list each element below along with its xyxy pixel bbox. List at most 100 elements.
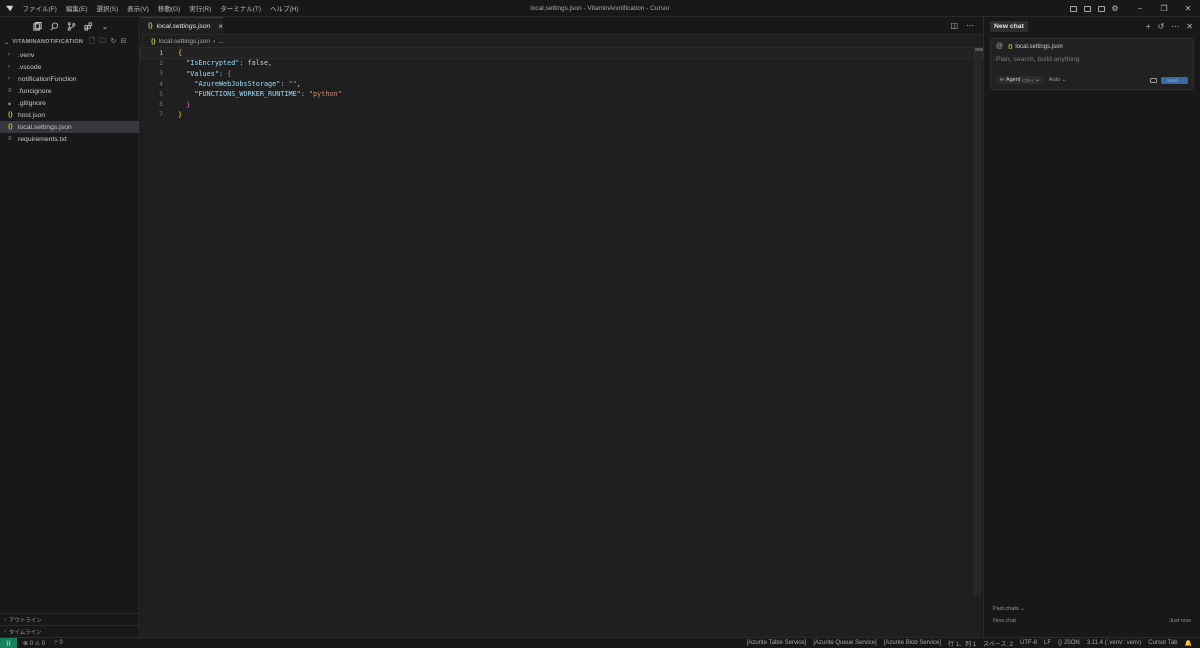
past-chats: Past chats ⌄ New chat Just now — [984, 603, 1200, 627]
menu-edit[interactable]: 編集(E) — [61, 3, 92, 13]
refresh-icon[interactable]: ↻ — [110, 37, 116, 48]
chat-input[interactable]: Plan, search, build anything — [991, 54, 1193, 65]
send-button[interactable]: Send — [1161, 76, 1188, 84]
toggle-primary-sidebar-icon[interactable] — [1066, 0, 1080, 17]
chevron-down-icon[interactable]: ⌄ — [100, 21, 110, 31]
tree-item-label: local.settings.json — [18, 123, 72, 131]
model-dropdown[interactable]: Auto ⌄ — [1049, 77, 1066, 83]
remote-icon[interactable]: ⟩⟨ — [0, 637, 17, 648]
git-icon: ◆ — [8, 100, 12, 106]
extensions-icon[interactable] — [83, 21, 93, 31]
tab-local-settings-json[interactable]: {} local.settings.json × — [141, 17, 223, 34]
menu-run[interactable]: 実行(R) — [185, 3, 216, 13]
explorer-section-header[interactable]: ⌄ VITAMINANOTIFICATION 🗋 🗀 ↻ ⊟ — [0, 35, 139, 49]
new-folder-icon[interactable]: 🗀 — [99, 37, 106, 48]
azurite-blob-service[interactable]: [Azurite Blob Service] — [884, 640, 941, 646]
cursor-position[interactable]: 行 1、列 1 — [948, 639, 976, 648]
breadcrumb: {} local.settings.json › ... — [141, 35, 982, 48]
search-icon[interactable] — [49, 21, 59, 31]
problems-indicator[interactable]: ⊗ 0 ⚠ 0 — [23, 640, 45, 647]
code-line: 6 } — [141, 99, 982, 109]
tab-new-chat[interactable]: New chat — [990, 20, 1028, 32]
menu-file[interactable]: ファイル(F) — [18, 3, 61, 13]
menu-go[interactable]: 移動(G) — [153, 3, 184, 13]
history-icon[interactable]: ↺ — [1158, 22, 1165, 31]
ports-indicator[interactable]: ⑂ 0 — [54, 640, 63, 646]
menu-help[interactable]: ヘルプ(H) — [266, 3, 304, 13]
tree-item-notificationfunction[interactable]: › notificationFunction — [0, 73, 139, 85]
azurite-table-service[interactable]: [Azurite Table Service] — [747, 640, 807, 646]
close-icon[interactable]: ✕ — [1186, 22, 1193, 31]
tree-item-requirements[interactable]: ≡ requirements.txt — [0, 133, 139, 145]
tree-item-local-settings-json[interactable]: {} local.settings.json — [0, 121, 139, 133]
source-control-icon[interactable] — [66, 21, 76, 31]
code-token: , — [296, 80, 301, 89]
menu-terminal[interactable]: ターミナル(T) — [216, 3, 266, 13]
minimize-icon[interactable]: − — [1128, 0, 1152, 17]
line-ending[interactable]: LF — [1044, 640, 1051, 646]
menu-selection[interactable]: 選択(S) — [92, 3, 123, 13]
image-icon[interactable] — [1150, 77, 1157, 83]
editor-scrollbar[interactable] — [974, 48, 983, 596]
context-file-chip[interactable]: {} local.settings.json — [1008, 44, 1063, 50]
tree-item-host-json[interactable]: {} host.json — [0, 109, 139, 121]
indentation[interactable]: スペース: 2 — [983, 639, 1013, 648]
explorer-files-icon[interactable] — [32, 21, 42, 31]
settings-gear-icon[interactable]: ⚙ — [1108, 0, 1122, 17]
python-interpreter[interactable]: 3.11.4 ('.venv': venv) — [1087, 640, 1142, 646]
cursor-logo-icon — [0, 0, 18, 17]
tree-item-label: .gitignore — [18, 99, 46, 107]
tree-item-gitignore[interactable]: ◆ .gitignore — [0, 97, 139, 109]
agent-shortcut: Ctrl+I — [1022, 77, 1034, 83]
more-actions-icon[interactable]: ⋯ — [1171, 22, 1179, 31]
warning-icon: ⚠ — [34, 640, 41, 647]
chat-input-box[interactable]: @ {} local.settings.json Plan, search, b… — [990, 38, 1194, 90]
code-token: } — [186, 100, 191, 109]
json-icon: {} — [148, 23, 153, 29]
code-token: "Values" — [186, 69, 219, 78]
json-icon: {} — [151, 38, 156, 45]
tree-item-label: .funcignore — [18, 87, 52, 95]
chevron-right-icon: › — [4, 628, 6, 635]
split-editor-icon[interactable]: ◫ — [950, 21, 958, 30]
toggle-panel-icon[interactable] — [1080, 0, 1094, 17]
bell-icon[interactable]: 🔔 — [1185, 640, 1192, 647]
breadcrumb-more[interactable]: ... — [218, 38, 223, 45]
toggle-secondary-sidebar-icon[interactable] — [1094, 0, 1108, 17]
timeline-section[interactable]: › タイムライン — [0, 625, 140, 637]
tree-item-vscode[interactable]: › .vscode — [0, 61, 139, 73]
code-token: { — [227, 69, 232, 78]
restore-icon[interactable]: ❐ — [1152, 0, 1176, 17]
menu-view[interactable]: 表示(V) — [123, 3, 154, 13]
past-chat-item[interactable]: New chat Just now — [984, 615, 1200, 627]
context-file-label: local.settings.json — [1015, 43, 1063, 50]
line-number: 1 — [159, 49, 163, 57]
code-line: 2 "IsEncrypted": false, — [141, 58, 982, 68]
encoding[interactable]: UTF-8 — [1020, 640, 1037, 646]
model-label: Auto — [1048, 77, 1061, 83]
mention-button[interactable]: @ — [996, 43, 1003, 50]
past-chats-header[interactable]: Past chats ⌄ — [984, 603, 1200, 615]
tree-item-funcignore[interactable]: ≡ .funcignore — [0, 85, 139, 97]
warning-count: 0 — [41, 640, 46, 647]
more-actions-icon[interactable]: ⋯ — [966, 21, 974, 30]
language-mode[interactable]: {} JSON — [1058, 640, 1080, 646]
new-file-icon[interactable]: 🗋 — [89, 37, 95, 48]
code-editor[interactable]: 1 { 2 "IsEncrypted": false, 3 "Values": … — [140, 46, 983, 120]
scrollbar-thumb[interactable] — [975, 48, 983, 51]
chevron-right-icon: › — [4, 616, 6, 623]
code-token: "FUNCTIONS_WORKER_RUNTIME" — [194, 90, 301, 99]
close-icon[interactable]: × — [218, 22, 223, 31]
collapse-all-icon[interactable]: ⊟ — [121, 37, 127, 48]
ports-count: 0 — [59, 640, 63, 646]
close-window-icon[interactable]: ✕ — [1176, 0, 1200, 17]
code-line: 3 "Values": { — [141, 69, 982, 79]
cursor-tab[interactable]: Cursor Tab — [1148, 640, 1177, 646]
breadcrumb-file[interactable]: local.settings.json — [159, 38, 210, 45]
plus-icon[interactable]: + — [1146, 22, 1151, 31]
code-token: } — [178, 110, 183, 119]
tree-item-venv[interactable]: › .venv — [0, 49, 139, 61]
azurite-queue-service[interactable]: [Azurite Queue Service] — [813, 640, 876, 646]
agent-mode-dropdown[interactable]: ∞ Agent Ctrl+I ⌄ — [996, 76, 1044, 84]
outline-section[interactable]: › アウトライン — [0, 613, 140, 625]
